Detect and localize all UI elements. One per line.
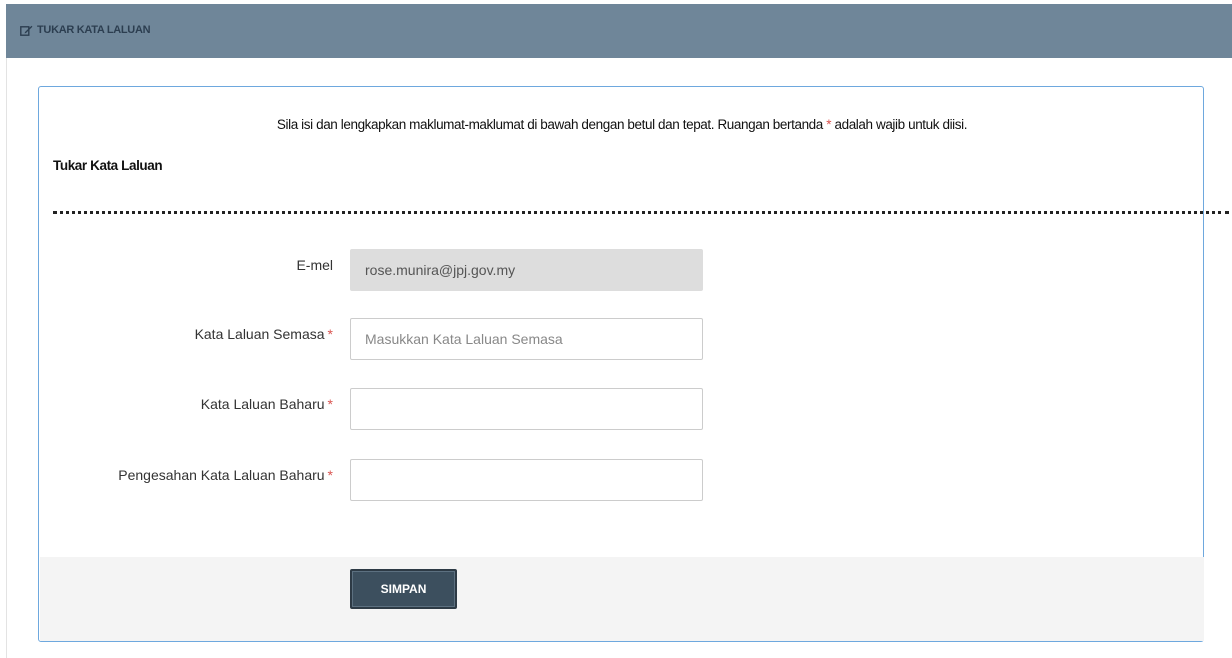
edit-icon [20, 25, 33, 36]
page-header: TUKAR KATA LALUAN [6, 0, 1232, 58]
form-instruction: Sila isi dan lengkapkan maklumat-makluma… [39, 117, 1205, 132]
current-password-label-text: Kata Laluan Semasa [194, 326, 325, 342]
confirm-password-label: Pengesahan Kata Laluan Baharu * [118, 467, 333, 483]
instruction-text-end: adalah wajib untuk diisi. [834, 117, 968, 132]
required-marker: * [327, 396, 333, 412]
new-password-input[interactable] [350, 388, 703, 430]
current-password-input[interactable] [350, 318, 703, 360]
save-button[interactable]: SIMPAN [350, 569, 457, 609]
email-label: E-mel [296, 257, 333, 273]
form-footer: SIMPAN [40, 557, 1204, 641]
email-label-text: E-mel [296, 257, 333, 273]
new-password-label-text: Kata Laluan Baharu [200, 396, 325, 412]
change-password-panel: Sila isi dan lengkapkan maklumat-makluma… [38, 86, 1229, 642]
email-field[interactable] [350, 249, 703, 291]
confirm-password-row: Pengesahan Kata Laluan Baharu * [39, 459, 1205, 501]
section-title: Tukar Kata Laluan [53, 158, 163, 173]
current-password-label: Kata Laluan Semasa * [195, 326, 333, 342]
current-password-row: Kata Laluan Semasa * [39, 318, 1205, 360]
required-marker: * [826, 117, 832, 132]
new-password-label: Kata Laluan Baharu * [201, 396, 333, 412]
confirm-password-label-text: Pengesahan Kata Laluan Baharu [118, 467, 325, 483]
required-marker: * [327, 326, 333, 342]
section-divider [53, 211, 1229, 214]
required-marker: * [327, 467, 333, 483]
email-row: E-mel [39, 249, 1205, 291]
page-title-text: TUKAR KATA LALUAN [37, 24, 151, 36]
confirm-password-input[interactable] [350, 459, 703, 501]
content-left-border [6, 58, 7, 658]
instruction-text-start: Sila isi dan lengkapkan maklumat-makluma… [276, 117, 823, 132]
new-password-row: Kata Laluan Baharu * [39, 388, 1205, 430]
page-title: TUKAR KATA LALUAN [20, 24, 151, 36]
